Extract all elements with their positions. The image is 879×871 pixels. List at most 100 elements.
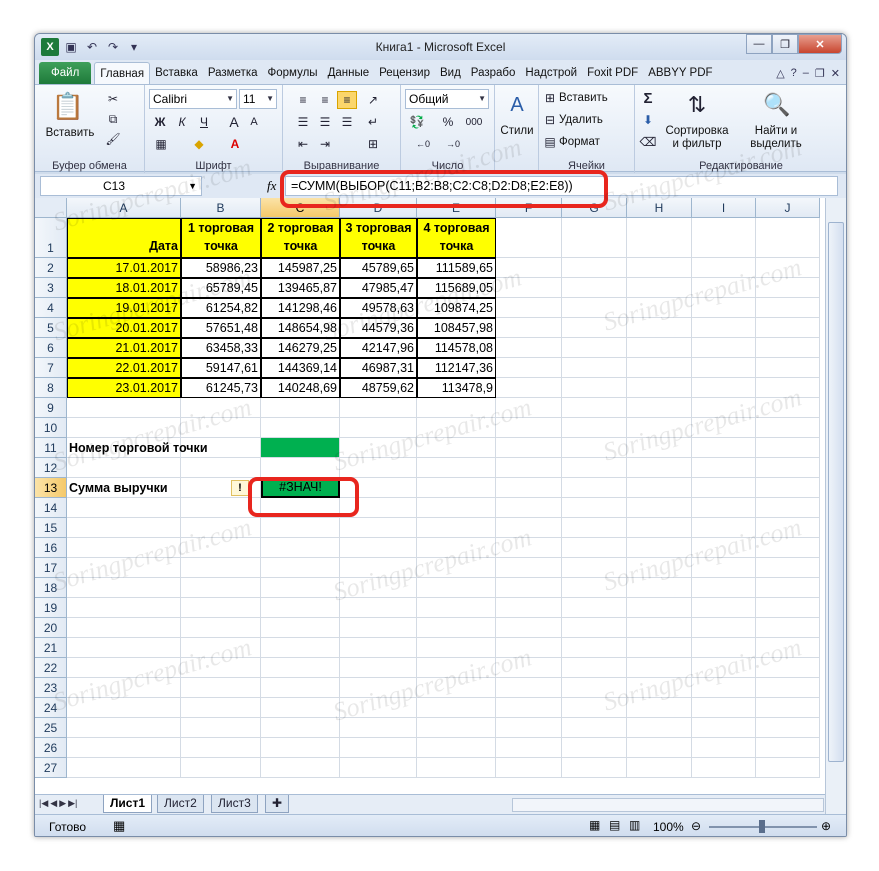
cell[interactable] bbox=[496, 438, 562, 458]
cell[interactable] bbox=[340, 578, 417, 598]
cell[interactable] bbox=[562, 538, 627, 558]
tab-insert[interactable]: Вставка bbox=[150, 62, 203, 84]
clear-icon[interactable]: ⌫ bbox=[639, 133, 657, 151]
value-cell[interactable]: 144369,14 bbox=[261, 358, 340, 378]
row-header-4[interactable]: 4 bbox=[35, 298, 67, 318]
insert-sheet-icon[interactable]: ✚ bbox=[265, 795, 290, 813]
value-cell[interactable]: 58986,23 bbox=[181, 258, 261, 278]
fill-color-icon[interactable]: ◆ bbox=[189, 135, 209, 153]
paste-button[interactable]: Вставить bbox=[39, 127, 101, 140]
cell[interactable] bbox=[340, 518, 417, 538]
find-select-icon[interactable]: 🔍 bbox=[761, 89, 793, 121]
cell[interactable] bbox=[562, 618, 627, 638]
cell[interactable] bbox=[261, 678, 340, 698]
sheet-tab-3[interactable]: Лист3 bbox=[211, 795, 258, 813]
row-header-18[interactable]: 18 bbox=[35, 578, 67, 598]
cell[interactable] bbox=[692, 218, 756, 258]
value-cell[interactable]: 114578,08 bbox=[417, 338, 496, 358]
cell[interactable] bbox=[692, 458, 756, 478]
cell[interactable] bbox=[261, 658, 340, 678]
cell[interactable] bbox=[562, 278, 627, 298]
cell[interactable] bbox=[181, 398, 261, 418]
last-sheet-icon[interactable]: ▶| bbox=[68, 798, 77, 809]
cell[interactable] bbox=[562, 458, 627, 478]
cell[interactable] bbox=[340, 458, 417, 478]
cell[interactable] bbox=[340, 598, 417, 618]
tab-view[interactable]: Вид bbox=[435, 62, 466, 84]
cell[interactable] bbox=[67, 618, 181, 638]
copy-icon[interactable]: ⧉ bbox=[105, 111, 121, 127]
table-header[interactable]: 1 торговая точка bbox=[181, 218, 261, 258]
value-cell[interactable]: 145987,25 bbox=[261, 258, 340, 278]
cell[interactable] bbox=[496, 378, 562, 398]
cell[interactable] bbox=[261, 738, 340, 758]
insert-cells-button[interactable]: Вставить bbox=[559, 92, 608, 105]
cell[interactable] bbox=[340, 418, 417, 438]
cell[interactable] bbox=[692, 658, 756, 678]
value-cell[interactable]: 112147,36 bbox=[417, 358, 496, 378]
format-cells-button[interactable]: Формат bbox=[559, 136, 600, 149]
cell[interactable] bbox=[692, 638, 756, 658]
cell[interactable] bbox=[627, 418, 692, 438]
cell[interactable] bbox=[562, 718, 627, 738]
cell[interactable] bbox=[496, 638, 562, 658]
row-header-22[interactable]: 22 bbox=[35, 658, 67, 678]
paste-icon[interactable]: 📋 bbox=[52, 89, 84, 123]
cell[interactable] bbox=[756, 698, 820, 718]
cell[interactable] bbox=[67, 678, 181, 698]
cell[interactable] bbox=[261, 518, 340, 538]
date-cell[interactable]: 20.01.2017 bbox=[67, 318, 181, 338]
cell[interactable] bbox=[340, 718, 417, 738]
cell[interactable] bbox=[562, 518, 627, 538]
prev-sheet-icon[interactable]: ◀ bbox=[50, 798, 57, 809]
cell[interactable] bbox=[692, 418, 756, 438]
column-header-b[interactable]: B bbox=[181, 198, 261, 218]
cell[interactable] bbox=[496, 558, 562, 578]
cell[interactable] bbox=[756, 258, 820, 278]
tab-data[interactable]: Данные bbox=[323, 62, 375, 84]
doc-restore-icon[interactable]: ❐ bbox=[815, 67, 825, 80]
cell[interactable] bbox=[692, 758, 756, 778]
cell[interactable] bbox=[562, 678, 627, 698]
cell[interactable] bbox=[417, 518, 496, 538]
cell[interactable] bbox=[496, 418, 562, 438]
font-size-combo[interactable]: 11 ▼ bbox=[239, 89, 277, 109]
column-header-h[interactable]: H bbox=[627, 198, 692, 218]
cell[interactable] bbox=[340, 678, 417, 698]
cell[interactable] bbox=[417, 658, 496, 678]
date-cell[interactable]: 18.01.2017 bbox=[67, 278, 181, 298]
borders-icon[interactable]: ▦ bbox=[151, 135, 171, 153]
cell[interactable] bbox=[496, 738, 562, 758]
cell[interactable] bbox=[756, 218, 820, 258]
cell[interactable] bbox=[67, 558, 181, 578]
cell[interactable] bbox=[627, 518, 692, 538]
cell[interactable] bbox=[692, 258, 756, 278]
cell[interactable] bbox=[562, 378, 627, 398]
cell[interactable] bbox=[261, 398, 340, 418]
revenue-sum-label[interactable]: Сумма выручки bbox=[67, 478, 181, 498]
cell[interactable] bbox=[67, 418, 181, 438]
cell[interactable] bbox=[627, 498, 692, 518]
cell[interactable] bbox=[496, 278, 562, 298]
cell[interactable] bbox=[692, 598, 756, 618]
zoom-in-icon[interactable]: ⊕ bbox=[821, 819, 831, 833]
value-cell[interactable]: 44579,36 bbox=[340, 318, 417, 338]
cell[interactable] bbox=[67, 638, 181, 658]
cell[interactable] bbox=[417, 558, 496, 578]
cell[interactable] bbox=[496, 358, 562, 378]
align-top-icon[interactable]: ≡ bbox=[293, 91, 313, 109]
cell[interactable] bbox=[496, 518, 562, 538]
cell[interactable] bbox=[417, 698, 496, 718]
cell[interactable] bbox=[417, 678, 496, 698]
cell[interactable] bbox=[627, 438, 692, 458]
value-cell[interactable]: 42147,96 bbox=[340, 338, 417, 358]
value-cell[interactable]: 148654,98 bbox=[261, 318, 340, 338]
cell[interactable] bbox=[496, 398, 562, 418]
value-cell[interactable]: 139465,87 bbox=[261, 278, 340, 298]
column-header-i[interactable]: I bbox=[692, 198, 756, 218]
insert-cells-icon[interactable]: ⊞ bbox=[543, 91, 557, 105]
row-header-2[interactable]: 2 bbox=[35, 258, 67, 278]
delete-cells-button[interactable]: Удалить bbox=[559, 114, 603, 127]
cell[interactable] bbox=[417, 638, 496, 658]
cell[interactable] bbox=[181, 458, 261, 478]
